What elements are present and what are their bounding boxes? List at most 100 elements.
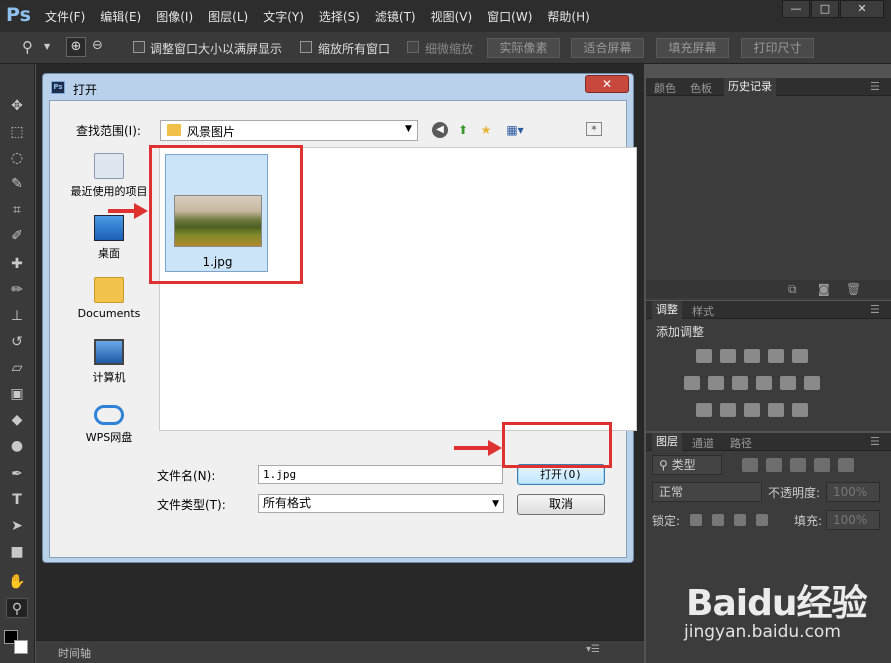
shape-tool-icon[interactable]: ■ <box>6 542 28 562</box>
brush-tool-icon[interactable]: ✏ <box>6 280 28 300</box>
clone-stamp-tool-icon[interactable]: ⊥ <box>6 306 28 326</box>
hand-tool-icon[interactable]: ✋ <box>6 572 28 592</box>
lock-transparent-icon[interactable] <box>690 514 702 526</box>
history-brush-tool-icon[interactable]: ↺ <box>6 332 28 352</box>
back-icon[interactable]: ◀ <box>432 122 448 138</box>
place-documents[interactable]: Documents <box>63 277 155 320</box>
minimize-button[interactable]: — <box>782 0 810 18</box>
path-select-tool-icon[interactable]: ➤ <box>6 516 28 536</box>
adjustment-filter-icon[interactable] <box>766 458 782 472</box>
preview-toggle-icon[interactable]: ✶ <box>586 122 602 136</box>
resize-windows-checkbox[interactable] <box>133 41 145 53</box>
smart-object-filter-icon[interactable] <box>838 458 854 472</box>
lock-position-icon[interactable] <box>734 514 746 526</box>
tab-color[interactable]: 颜色 <box>654 80 676 96</box>
lock-all-icon[interactable] <box>756 514 768 526</box>
print-size-button[interactable]: 打印尺寸 <box>741 38 814 58</box>
hue-saturation-icon[interactable] <box>684 376 700 390</box>
panel-menu-icon[interactable]: ☰ <box>870 303 880 316</box>
place-desktop[interactable]: 桌面 <box>63 215 155 261</box>
marquee-tool-icon[interactable]: ⬚ <box>6 122 28 142</box>
close-window-button[interactable]: ✕ <box>840 0 884 18</box>
tab-channels[interactable]: 通道 <box>692 435 714 451</box>
photo-filter-icon[interactable] <box>756 376 772 390</box>
brightness-icon[interactable] <box>696 349 712 363</box>
gradient-map-icon[interactable] <box>768 403 784 417</box>
tab-paths[interactable]: 路径 <box>730 435 752 451</box>
zoom-in-icon[interactable]: ⊕ <box>66 37 86 57</box>
zoom-all-checkbox[interactable] <box>300 41 312 53</box>
color-balance-icon[interactable] <box>708 376 724 390</box>
tab-history[interactable]: 历史记录 <box>724 78 776 96</box>
background-color-swatch[interactable] <box>14 640 28 654</box>
exposure-icon[interactable] <box>768 349 784 363</box>
zoom-tool-selected-icon[interactable]: ⚲ <box>6 598 28 618</box>
pixel-filter-icon[interactable] <box>742 458 758 472</box>
quick-select-tool-icon[interactable]: ✎ <box>6 174 28 194</box>
actual-pixels-button[interactable]: 实际像素 <box>487 38 560 58</box>
tab-styles[interactable]: 样式 <box>692 303 714 319</box>
filename-input[interactable]: 1.jpg <box>258 465 503 484</box>
eraser-tool-icon[interactable]: ▱ <box>6 358 28 378</box>
place-recent[interactable]: 最近使用的项目 <box>63 153 155 199</box>
blur-tool-icon[interactable]: ◆ <box>6 410 28 430</box>
posterize-icon[interactable] <box>720 403 736 417</box>
dialog-titlebar[interactable]: Ps 打开 ✕ <box>43 74 633 100</box>
fill-field[interactable]: 100% <box>826 510 880 530</box>
healing-brush-tool-icon[interactable]: ✚ <box>6 254 28 274</box>
fit-screen-button[interactable]: 适合屏幕 <box>571 38 644 58</box>
type-tool-icon[interactable]: T <box>6 490 28 510</box>
pen-tool-icon[interactable]: ✒ <box>6 464 28 484</box>
new-document-icon[interactable]: ⧉ <box>788 282 797 297</box>
shape-filter-icon[interactable] <box>814 458 830 472</box>
curves-icon[interactable] <box>744 349 760 363</box>
view-menu-icon[interactable]: ▦▾ <box>502 122 528 138</box>
menu-layer[interactable]: 图层(L) <box>208 8 248 25</box>
up-folder-icon[interactable]: ⬆ <box>455 122 471 138</box>
invert-icon[interactable] <box>696 403 712 417</box>
selective-color-icon[interactable] <box>792 403 808 417</box>
blend-mode-select[interactable]: 正常 <box>652 482 762 502</box>
vibrance-icon[interactable] <box>792 349 808 363</box>
levels-icon[interactable] <box>720 349 736 363</box>
scrubby-zoom-checkbox[interactable] <box>407 41 419 53</box>
panel-menu-icon[interactable]: ▾☰ <box>586 644 600 655</box>
new-folder-icon[interactable]: ★ <box>478 122 494 138</box>
black-white-icon[interactable] <box>732 376 748 390</box>
menu-filter[interactable]: 滤镜(T) <box>375 8 416 25</box>
dodge-tool-icon[interactable]: ● <box>6 436 28 456</box>
menu-edit[interactable]: 编辑(E) <box>100 8 141 25</box>
maximize-button[interactable]: □ <box>811 0 839 18</box>
lock-pixels-icon[interactable] <box>712 514 724 526</box>
panel-menu-icon[interactable]: ☰ <box>870 80 880 93</box>
menu-view[interactable]: 视图(V) <box>431 8 473 25</box>
threshold-icon[interactable] <box>744 403 760 417</box>
panel-menu-icon[interactable]: ☰ <box>870 435 880 448</box>
timeline-tab[interactable]: 时间轴 <box>58 645 91 661</box>
color-lookup-icon[interactable] <box>804 376 820 390</box>
gradient-tool-icon[interactable]: ▣ <box>6 384 28 404</box>
menu-window[interactable]: 窗口(W) <box>487 8 532 25</box>
menu-image[interactable]: 图像(I) <box>156 8 193 25</box>
layer-filter-kind-select[interactable]: ⚲ 类型 <box>652 455 722 475</box>
menu-type[interactable]: 文字(Y) <box>263 8 304 25</box>
crop-tool-icon[interactable]: ⌗ <box>6 200 28 220</box>
dialog-close-button[interactable]: ✕ <box>585 75 629 93</box>
move-tool-icon[interactable]: ✥ <box>6 96 28 116</box>
filetype-select[interactable]: 所有格式 ▼ <box>258 494 504 513</box>
fill-screen-button[interactable]: 填充屏幕 <box>656 38 729 58</box>
tab-adjustments[interactable]: 调整 <box>652 301 682 319</box>
menu-file[interactable]: 文件(F) <box>45 8 85 25</box>
zoom-tool-icon[interactable]: ⚲ <box>22 38 33 56</box>
place-computer[interactable]: 计算机 <box>63 339 155 385</box>
menu-help[interactable]: 帮助(H) <box>547 8 589 25</box>
snapshot-camera-icon[interactable]: ◙ <box>818 282 830 296</box>
place-wps-cloud[interactable]: WPS网盘 <box>63 401 155 445</box>
zoom-out-icon[interactable]: ⊖ <box>92 38 103 53</box>
eyedropper-tool-icon[interactable]: ✐ <box>6 226 28 246</box>
type-filter-icon[interactable] <box>790 458 806 472</box>
cancel-button[interactable]: 取消 <box>517 494 605 515</box>
menu-select[interactable]: 选择(S) <box>319 8 360 25</box>
channel-mixer-icon[interactable] <box>780 376 796 390</box>
opacity-field[interactable]: 100% <box>826 482 880 502</box>
